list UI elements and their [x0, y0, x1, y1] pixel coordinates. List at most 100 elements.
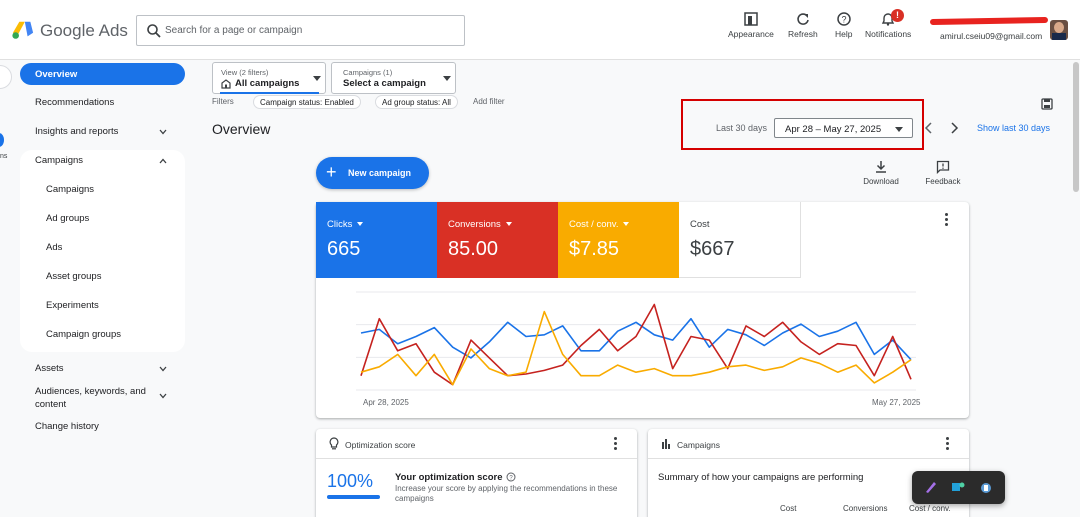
column-selector-conversions[interactable]: Conversions	[843, 504, 887, 513]
x-axis-end-label: May 27, 2025	[872, 398, 921, 407]
chevron-up-icon[interactable]	[159, 157, 167, 165]
x-axis-start-label: Apr 28, 2025	[363, 398, 409, 407]
sidebar-item-recommendations[interactable]: Recommendations	[35, 97, 114, 108]
notifications-button[interactable]: Notifications	[865, 12, 911, 39]
metric-value: $667	[690, 238, 735, 260]
more-vert-icon[interactable]	[945, 213, 949, 227]
metric-conversions[interactable]: Conversions 85.00	[437, 202, 558, 278]
sidebar-item-insights[interactable]: Insights and reports	[35, 126, 118, 137]
sidebar-subitem-ads[interactable]: Ads	[46, 242, 62, 253]
svg-text:?: ?	[841, 15, 846, 25]
pen-app-icon[interactable]	[924, 480, 938, 494]
save-icon[interactable]	[1041, 98, 1053, 110]
chevron-down-icon[interactable]	[159, 365, 167, 373]
sidebar-item-assets[interactable]: Assets	[35, 363, 64, 374]
dropdown-arrow-icon	[357, 222, 364, 227]
search-input[interactable]: Search for a page or campaign	[136, 15, 465, 46]
notifications-label: Notifications	[865, 29, 912, 39]
metric-cost-per-conv[interactable]: Cost / conv. $7.85	[558, 202, 679, 278]
metric-label: Cost / conv.	[569, 219, 630, 230]
help-icon: ?	[836, 12, 851, 26]
refresh-label: Refresh	[788, 29, 818, 39]
sidebar-item-change-history[interactable]: Change history	[35, 421, 99, 432]
help-button[interactable]: ? Help	[835, 12, 852, 39]
search-placeholder: Search for a page or campaign	[165, 25, 303, 36]
chevron-left-icon[interactable]	[924, 122, 934, 134]
optimization-score-value: 100%	[327, 471, 374, 491]
sidebar-subitem-experiments[interactable]: Experiments	[46, 300, 99, 311]
appearance-icon	[744, 12, 758, 26]
add-filter-button[interactable]: Add filter	[473, 97, 505, 106]
sidebar-subitem-ad-groups[interactable]: Ad groups	[46, 213, 89, 224]
rail-button[interactable]	[0, 65, 12, 89]
optimization-description: Increase your score by applying the reco…	[395, 484, 618, 503]
optimization-card-title: Optimization score	[345, 440, 416, 450]
chevron-down-icon[interactable]	[159, 128, 167, 136]
show-last-30-days-link[interactable]: Show last 30 days	[977, 123, 1050, 133]
refresh-button[interactable]: Refresh	[788, 12, 818, 39]
new-campaign-button[interactable]: + New campaign	[316, 157, 429, 189]
performance-line-chart	[356, 291, 916, 391]
avatar[interactable]	[1050, 20, 1068, 40]
sidebar-item-label: Overview	[35, 69, 78, 80]
sidebar-subitem-campaign-groups[interactable]: Campaign groups	[46, 329, 121, 340]
sidebar-subitem-asset-groups[interactable]: Asset groups	[46, 271, 101, 282]
rail-active-indicator	[0, 133, 4, 147]
view-filter-underline	[220, 92, 319, 94]
refresh-icon	[797, 13, 809, 25]
download-label: Download	[863, 177, 899, 186]
sidebar-subitem-campaigns[interactable]: Campaigns	[46, 184, 94, 195]
filter-chip-campaign-status[interactable]: Campaign status: Enabled	[253, 95, 361, 109]
more-vert-icon[interactable]	[946, 437, 950, 451]
view-filter-dropdown[interactable]: View (2 filters) All campaigns	[212, 62, 326, 94]
more-vert-icon[interactable]	[614, 437, 618, 451]
date-preset-label: Last 30 days	[716, 123, 768, 133]
top-header: Google Ads Search for a page or campaign…	[0, 0, 1080, 60]
column-selector-cost-per-conv[interactable]: Cost / conv.	[909, 504, 951, 513]
card-divider	[648, 458, 969, 459]
feedback-button[interactable]: Feedback	[922, 160, 964, 186]
dropdown-arrow-icon	[313, 76, 321, 81]
chart-series	[360, 303, 912, 386]
date-range-dropdown[interactable]: Apr 28 – May 27, 2025	[774, 118, 913, 138]
metric-value: 85.00	[448, 238, 499, 260]
dropdown-arrow-icon	[505, 222, 512, 227]
appearance-label: Appearance	[728, 29, 774, 39]
column-selector-cost[interactable]: Cost	[780, 504, 796, 513]
help-outline-icon[interactable]: ?	[506, 472, 516, 482]
page-title: Overview	[212, 121, 271, 137]
metric-value: $7.85	[569, 238, 620, 260]
campaign-filter-caption: Campaigns (1)	[343, 68, 393, 77]
campaign-filter-value: Select a campaign	[343, 78, 426, 89]
metric-cost[interactable]: Cost $667	[679, 202, 801, 278]
metric-value: 665	[327, 238, 361, 260]
optimization-heading: Your optimization score	[395, 472, 503, 483]
plus-icon: +	[326, 162, 337, 182]
scrollbar[interactable]	[1073, 62, 1079, 192]
chevron-right-icon[interactable]	[949, 122, 959, 134]
sidebar-item-overview[interactable]: Overview	[20, 63, 185, 85]
teams-app-icon[interactable]	[951, 480, 965, 494]
sidebar-item-audiences-cont[interactable]: content	[35, 399, 66, 410]
dropdown-arrow-icon	[443, 76, 451, 81]
dropdown-arrow-icon	[623, 222, 630, 227]
card-divider	[316, 458, 637, 459]
feedback-label: Feedback	[925, 177, 961, 186]
filter-chip-ad-group-status[interactable]: Ad group status: All	[375, 95, 458, 109]
date-range-value: Apr 28 – May 27, 2025	[785, 124, 882, 135]
appearance-button[interactable]: Appearance	[728, 12, 774, 39]
campaign-filter-dropdown[interactable]: Campaigns (1) Select a campaign	[331, 62, 456, 94]
metric-label: Cost	[690, 219, 710, 230]
campaigns-summary-text: Summary of how your campaigns are perfor…	[658, 472, 864, 483]
redaction-mark	[929, 16, 1049, 26]
sidebar-item-campaigns[interactable]: Campaigns	[35, 155, 83, 166]
sidebar-item-audiences[interactable]: Audiences, keywords, and	[35, 386, 146, 397]
performance-card: Clicks 665 Conversions 85.00 Cost / conv…	[316, 202, 969, 418]
google-ads-logo-icon[interactable]	[12, 19, 34, 41]
download-button[interactable]: Download	[861, 160, 901, 186]
feedback-icon	[936, 160, 950, 174]
account-email[interactable]: amirul.cseiu09@gmail.com	[940, 31, 1042, 41]
chevron-down-icon[interactable]	[159, 392, 167, 400]
cloud-app-icon[interactable]	[979, 480, 993, 494]
metric-clicks[interactable]: Clicks 665	[316, 202, 437, 278]
